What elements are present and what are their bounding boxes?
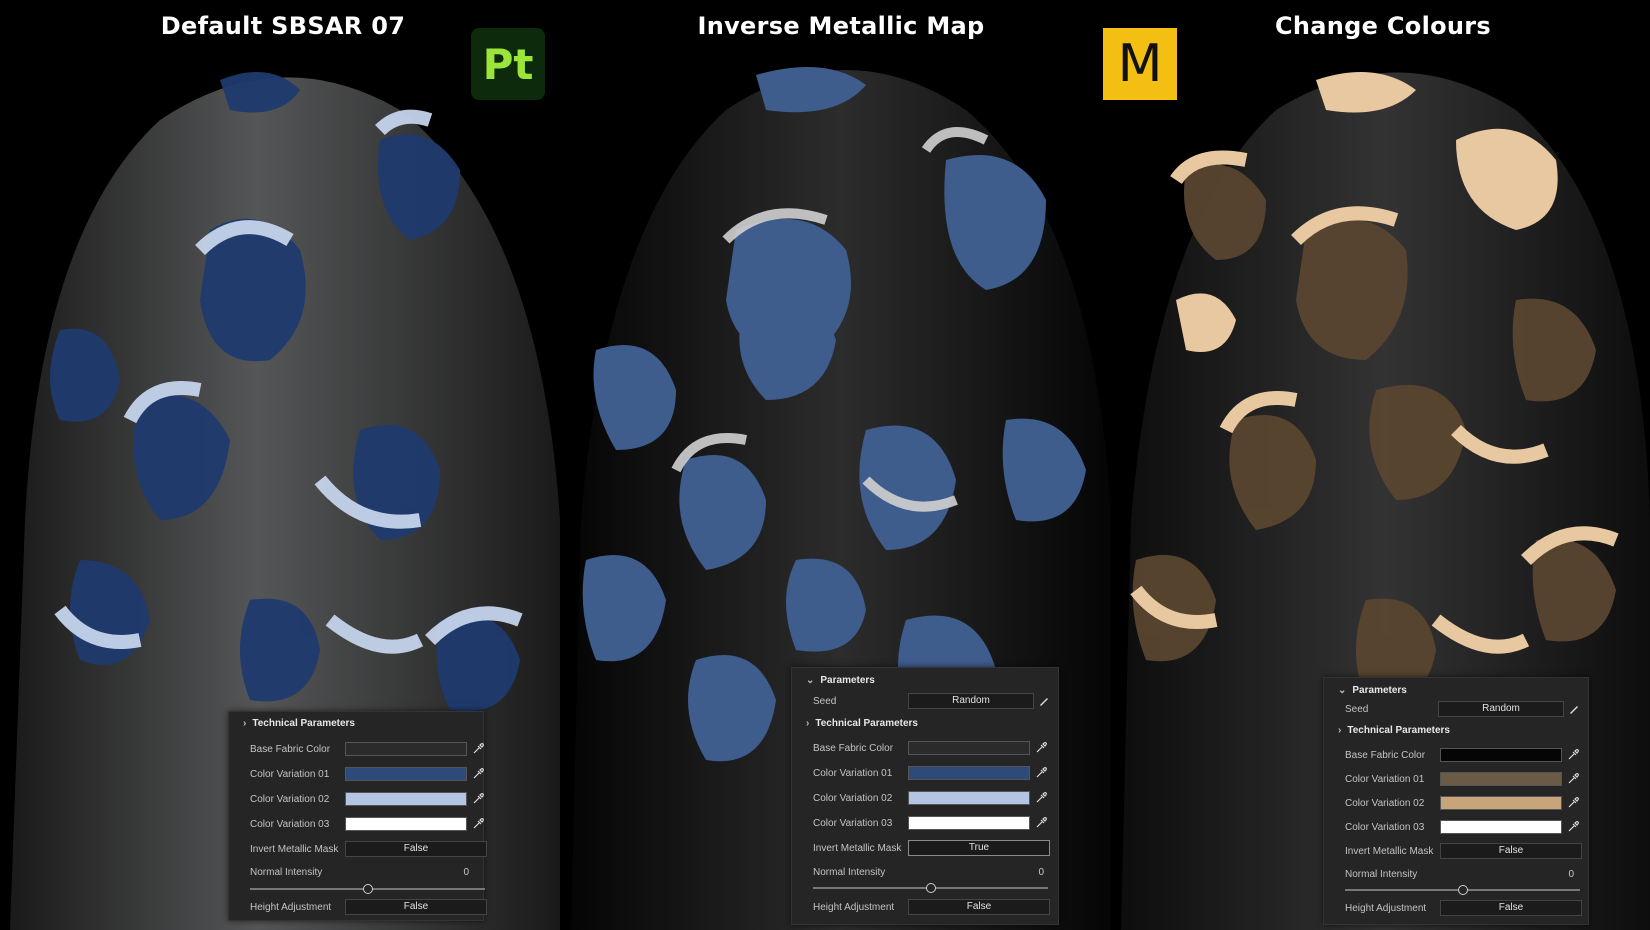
base-fabric-swatch[interactable] xyxy=(908,741,1030,755)
column-default: Default SBSAR 07 Pt › Technical Paramete… xyxy=(0,0,566,930)
seed-row: Seed Random xyxy=(1324,699,1588,719)
normal-intensity-row: Normal Intensity 0 xyxy=(1345,868,1574,880)
base-fabric-swatch[interactable] xyxy=(1440,748,1562,762)
chevron-right-icon: › xyxy=(243,718,247,729)
eyedropper-icon[interactable] xyxy=(1567,821,1579,833)
eyedropper-icon[interactable] xyxy=(1567,773,1579,785)
invert-metallic-mask-toggle[interactable]: False xyxy=(1440,843,1582,859)
color-variation-01-swatch[interactable] xyxy=(345,767,467,781)
slider-knob[interactable] xyxy=(1458,885,1468,895)
parameters-panel: ⌄ Parameters Seed Random › Technical Par… xyxy=(791,667,1059,925)
height-adjustment-row: Height Adjustment False xyxy=(1324,898,1588,918)
base-fabric-row: Base Fabric Color xyxy=(792,738,1058,758)
color-variation-03-swatch[interactable] xyxy=(345,817,467,831)
color-variation-01-row: Color Variation 01 xyxy=(792,763,1058,783)
eyedropper-icon[interactable] xyxy=(472,743,484,755)
color-variation-01-row: Color Variation 01 xyxy=(1324,769,1588,789)
eyedropper-icon[interactable] xyxy=(472,818,484,830)
technical-parameters-header[interactable]: › Technical Parameters xyxy=(243,718,355,729)
height-adjustment-toggle[interactable]: False xyxy=(345,899,487,915)
color-variation-02-row: Color Variation 02 xyxy=(1324,793,1588,813)
color-variation-02-swatch[interactable] xyxy=(908,791,1030,805)
eyedropper-icon[interactable] xyxy=(1035,767,1047,779)
eyedropper-icon[interactable] xyxy=(1035,792,1047,804)
color-variation-01-swatch[interactable] xyxy=(1440,772,1562,786)
slider-knob[interactable] xyxy=(926,883,936,893)
normal-intensity-slider[interactable] xyxy=(813,883,1048,893)
column-title: Inverse Metallic Map xyxy=(697,12,985,40)
eyedropper-icon[interactable] xyxy=(1567,797,1579,809)
slider-knob[interactable] xyxy=(363,884,373,894)
color-variation-03-row: Color Variation 03 xyxy=(1324,817,1588,837)
seed-random-button[interactable]: Random xyxy=(908,693,1034,709)
parameters-panel: › Technical Parameters Base Fabric Color… xyxy=(228,711,487,921)
color-variation-01-row: Color Variation 01 xyxy=(229,764,484,784)
base-fabric-row: Base Fabric Color xyxy=(229,739,484,759)
normal-intensity-value: 0 xyxy=(1038,866,1044,878)
color-variation-03-row: Color Variation 03 xyxy=(229,814,484,834)
eyedropper-icon[interactable] xyxy=(1035,742,1047,754)
eyedropper-icon[interactable] xyxy=(472,768,484,780)
normal-intensity-slider[interactable] xyxy=(250,884,485,894)
seed-random-button[interactable]: Random xyxy=(1438,701,1564,717)
column-title: Change Colours xyxy=(1274,12,1492,40)
base-fabric-row: Base Fabric Color xyxy=(1324,745,1588,765)
color-variation-02-row: Color Variation 02 xyxy=(229,789,484,809)
eyedropper-icon[interactable] xyxy=(472,793,484,805)
normal-intensity-value: 0 xyxy=(463,866,469,878)
parameters-panel: ⌄ Parameters Seed Random › Technical Par… xyxy=(1323,677,1589,925)
parameters-header[interactable]: ⌄ Parameters xyxy=(1338,685,1407,696)
chevron-down-icon: ⌄ xyxy=(1338,685,1347,696)
invert-metallic-mask-toggle[interactable]: True xyxy=(908,840,1050,856)
color-variation-03-row: Color Variation 03 xyxy=(792,813,1058,833)
invert-metallic-mask-row: Invert Metallic Mask False xyxy=(229,839,487,859)
normal-intensity-row: Normal Intensity 0 xyxy=(250,866,469,878)
eyedropper-icon[interactable] xyxy=(1035,817,1047,829)
technical-parameters-header[interactable]: › Technical Parameters xyxy=(1338,725,1450,736)
column-colours: Change Colours ⌄ Parameters Seed Random … xyxy=(1116,0,1650,930)
height-adjustment-toggle[interactable]: False xyxy=(1440,900,1582,916)
color-variation-02-row: Color Variation 02 xyxy=(792,788,1058,808)
pencil-icon[interactable] xyxy=(1568,703,1580,715)
eyedropper-icon[interactable] xyxy=(1567,749,1579,761)
height-adjustment-row: Height Adjustment False xyxy=(229,897,487,917)
normal-intensity-row: Normal Intensity 0 xyxy=(813,866,1044,878)
seed-row: Seed Random xyxy=(792,691,1058,711)
chevron-right-icon: › xyxy=(1338,725,1342,736)
painter-logo-icon: Pt xyxy=(471,28,545,100)
technical-parameters-header[interactable]: › Technical Parameters xyxy=(806,718,918,729)
column-inverse: Inverse Metallic Map ⌄ Parameters Seed R… xyxy=(566,0,1116,930)
normal-intensity-slider[interactable] xyxy=(1345,885,1580,895)
height-adjustment-toggle[interactable]: False xyxy=(908,899,1050,915)
height-adjustment-row: Height Adjustment False xyxy=(792,897,1058,917)
base-fabric-swatch[interactable] xyxy=(345,742,467,756)
invert-metallic-mask-toggle[interactable]: False xyxy=(345,841,487,857)
color-variation-01-swatch[interactable] xyxy=(908,766,1030,780)
chevron-down-icon: ⌄ xyxy=(806,675,815,686)
invert-metallic-mask-row: Invert Metallic Mask False xyxy=(1324,841,1588,861)
invert-metallic-mask-row: Invert Metallic Mask True xyxy=(792,838,1058,858)
color-variation-02-swatch[interactable] xyxy=(345,792,467,806)
color-variation-03-swatch[interactable] xyxy=(908,816,1030,830)
normal-intensity-value: 0 xyxy=(1568,868,1574,880)
color-variation-02-swatch[interactable] xyxy=(1440,796,1562,810)
parameters-header[interactable]: ⌄ Parameters xyxy=(806,675,875,686)
pencil-icon[interactable] xyxy=(1038,695,1050,707)
color-variation-03-swatch[interactable] xyxy=(1440,820,1562,834)
chevron-right-icon: › xyxy=(806,718,810,729)
